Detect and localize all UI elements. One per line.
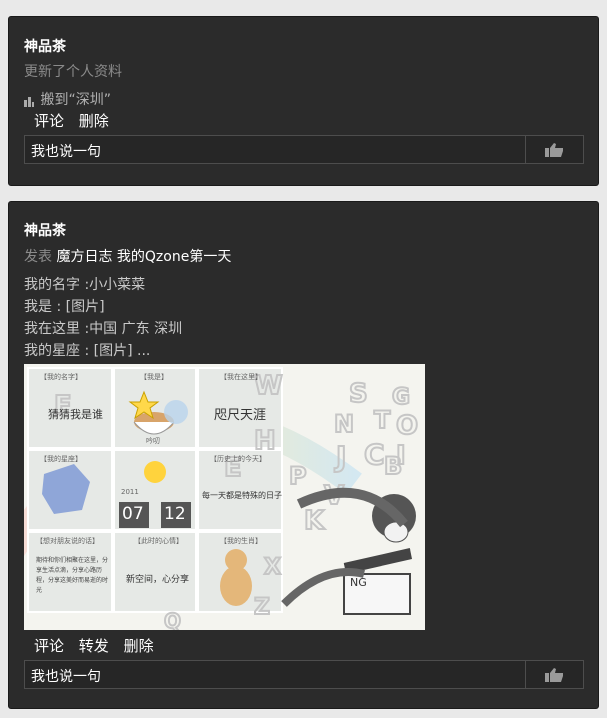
like-button[interactable] xyxy=(525,661,583,688)
update-subtitle: 更新了个人资料 xyxy=(24,64,122,80)
action-bar: 评论 删除 xyxy=(34,110,119,131)
reply-input[interactable]: 我也说一句 xyxy=(24,660,584,689)
comment-button[interactable]: 评论 xyxy=(34,112,64,130)
svg-text:J: J xyxy=(334,440,346,473)
delete-button[interactable]: 删除 xyxy=(124,637,154,655)
svg-text:T: T xyxy=(374,406,391,434)
source-link[interactable]: 魔方日志 xyxy=(56,249,112,265)
thumbs-up-icon xyxy=(545,668,563,682)
moved-text: 搬到“深圳” xyxy=(40,92,111,108)
clapperboard-text: NG xyxy=(350,576,367,589)
publish-line: 发表 魔方日志 我的Qzone第一天 xyxy=(24,246,231,266)
svg-text:G: G xyxy=(392,385,410,410)
reply-placeholder: 我也说一句 xyxy=(31,669,101,685)
svg-text:S: S xyxy=(349,379,368,409)
cell-name-title: 【我的名字】 xyxy=(40,373,82,381)
author-name[interactable]: 神品茶 xyxy=(24,36,66,56)
action-bar: 评论 转发 删除 xyxy=(34,635,164,656)
post-image[interactable]: S G W N T O I J C B H E P V K X Z Q F 【我… xyxy=(24,364,425,630)
cell-mood-text: 新空间，心分享 xyxy=(126,575,190,585)
cell-friends-title: 【想对朋友说的话】 xyxy=(36,537,99,545)
date-month: 07 xyxy=(122,504,144,524)
feed-card-blog-post: 神品茶 发表 魔方日志 我的Qzone第一天 我的名字 :小小菜菜 我是 : [… xyxy=(8,201,599,709)
post-line-location: 我在这里 :中国 广东 深圳 xyxy=(24,321,183,337)
post-line-name: 我的名字 :小小菜菜 xyxy=(24,277,146,293)
svg-text:B: B xyxy=(384,452,402,480)
forward-button[interactable]: 转发 xyxy=(79,637,109,655)
cell-location-title: 【我在这里】 xyxy=(220,373,262,381)
date-day: 12 xyxy=(164,504,186,524)
cell-history-text: 每一天都是特殊的日子 xyxy=(202,491,282,500)
author-name[interactable]: 神品茶 xyxy=(24,220,66,240)
svg-text:X: X xyxy=(264,555,281,580)
post-line-iam: 我是 : [图片] xyxy=(24,299,105,315)
moved-line: 搬到“深圳” xyxy=(24,89,111,109)
post-title-link[interactable]: 我的Qzone第一天 xyxy=(117,249,231,265)
svg-text:K: K xyxy=(304,506,325,536)
published-prefix: 发表 xyxy=(24,249,52,265)
cell-history-title: 【历史上的今天】 xyxy=(210,455,266,463)
thumbs-up-icon xyxy=(545,143,563,157)
post-line-sign: 我的星座 : [图片] ... xyxy=(24,343,151,359)
svg-text:C: C xyxy=(364,438,385,471)
cell-location-text: 咫尺天涯 xyxy=(214,408,267,423)
delete-button[interactable]: 删除 xyxy=(79,112,109,130)
cell-name-text: 猜猜我是谁 xyxy=(48,408,103,421)
cell-year: 2011 xyxy=(121,488,139,496)
cell-iam-title: 【我是】 xyxy=(140,373,168,381)
svg-text:H: H xyxy=(254,426,276,456)
cell-iam-text: 吟叨 xyxy=(146,437,160,445)
svg-text:Z: Z xyxy=(254,595,270,620)
cell-friends-text: 期待和你们相聚在这里，分享生活点滴，分享心路历程，分享这美好而易逝的时光 xyxy=(36,557,109,594)
feed-card-profile-update: 神品茶 更新了个人资料 搬到“深圳” 评论 删除 我也说一句 xyxy=(8,16,599,186)
like-button[interactable] xyxy=(525,136,583,163)
svg-text:P: P xyxy=(289,462,307,490)
cell-sign-title: 【我的星座】 xyxy=(40,455,82,463)
comment-button[interactable]: 评论 xyxy=(34,637,64,655)
building-icon xyxy=(24,95,34,107)
reply-placeholder: 我也说一句 xyxy=(31,144,101,160)
svg-text:N: N xyxy=(334,410,354,438)
svg-text:Q: Q xyxy=(164,609,181,630)
cell-zodiac-title: 【我的生肖】 xyxy=(220,537,262,545)
cell-mood-title: 【此时的心情】 xyxy=(134,537,183,545)
reply-input[interactable]: 我也说一句 xyxy=(24,135,584,164)
svg-text:O: O xyxy=(396,411,418,441)
